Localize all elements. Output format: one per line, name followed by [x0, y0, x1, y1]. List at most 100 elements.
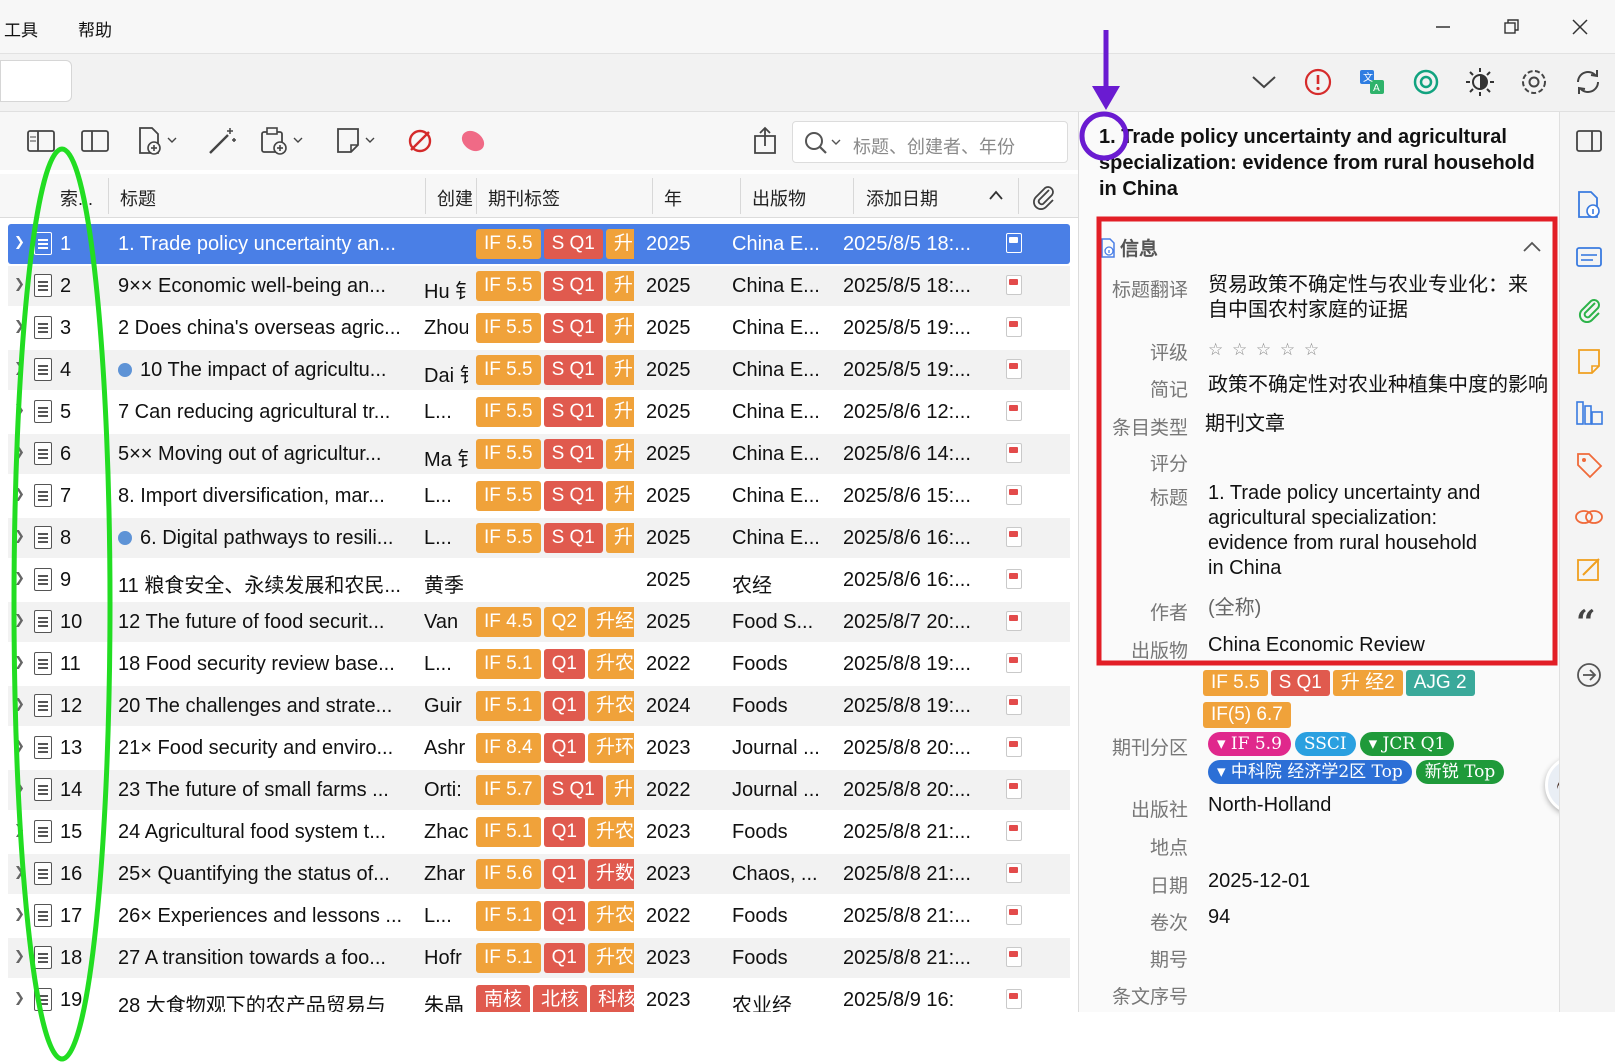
close-icon[interactable] [1563, 10, 1597, 44]
pdf-attachment-icon[interactable] [1006, 947, 1022, 967]
alert-icon[interactable] [1302, 66, 1334, 98]
table-row[interactable]: ❯ 14 23 The future of small farms ... Orti:… [8, 770, 1070, 810]
expand-chevron-icon[interactable]: ❯ [14, 990, 25, 1006]
pdf-attachment-icon[interactable] [1006, 653, 1022, 673]
expand-chevron-icon[interactable]: ❯ [14, 654, 25, 670]
pdf-attachment-icon[interactable] [1006, 401, 1022, 421]
journal-rank-tag[interactable]: SSCI [1294, 732, 1356, 756]
expand-chevron-icon[interactable]: ❯ [14, 528, 25, 544]
magic-wand-icon[interactable] [206, 126, 238, 156]
pdf-attachment-icon[interactable] [1006, 527, 1022, 547]
expand-chevron-icon[interactable]: ❯ [14, 948, 25, 964]
column-creator[interactable]: 创建 [437, 185, 475, 211]
collapse-icon[interactable] [1522, 240, 1542, 258]
menu-help[interactable]: 帮助 [78, 16, 112, 41]
expand-chevron-icon[interactable]: ❯ [14, 276, 25, 292]
chatgpt-icon[interactable] [1410, 66, 1442, 98]
info-nav-icon[interactable] [1574, 190, 1604, 220]
column-publication[interactable]: 出版物 [752, 185, 842, 211]
publisher-value[interactable]: North-Holland [1208, 793, 1331, 818]
expand-chevron-icon[interactable]: ❯ [14, 612, 25, 628]
table-row[interactable]: ❯ 12 20 The challenges and strate... Guir IF… [8, 686, 1070, 726]
pdf-attachment-icon[interactable] [1006, 611, 1022, 631]
locate-icon[interactable] [750, 126, 780, 156]
pdf-attachment-icon[interactable] [1006, 233, 1022, 253]
column-journal-tags[interactable]: 期刊标签 [488, 185, 638, 211]
petal-icon[interactable] [458, 126, 488, 156]
theme-icon[interactable] [1464, 66, 1496, 98]
menu-tools[interactable]: 工具 [4, 16, 38, 41]
abstract-nav-icon[interactable] [1574, 242, 1604, 272]
expand-chevron-icon[interactable]: ❯ [14, 864, 25, 880]
column-index[interactable]: 索... [60, 185, 104, 211]
attachment-column-icon[interactable] [1030, 182, 1056, 215]
expand-chevron-icon[interactable]: ❯ [14, 444, 25, 460]
journal-rank-tag[interactable]: IF 5.5 [1203, 670, 1268, 696]
table-row[interactable]: ❯ 11 18 Food security review base... L... IF… [8, 644, 1070, 684]
table-row[interactable]: ❯ 9 11 粮食安全、永续发展和农民... 黄季 2025 农经 2025/8/6 16:… [8, 560, 1070, 600]
journal-rank-tag[interactable]: ▾ IF 5.9 [1208, 732, 1291, 756]
table-row[interactable]: ❯ 10 12 The future of food securit... Van IF… [8, 602, 1070, 642]
toggle-pane-icon[interactable] [1574, 126, 1604, 156]
expand-chevron-icon[interactable]: ❯ [14, 402, 25, 418]
journal-rank-tag[interactable]: 升 经2 [1332, 670, 1403, 696]
pdf-attachment-icon[interactable] [1006, 695, 1022, 715]
expand-chevron-icon[interactable]: ❯ [14, 570, 25, 586]
expand-chevron-icon[interactable]: ❯ [14, 486, 25, 502]
table-row[interactable]: ❯ 18 27 A transition towards a foo... Hofr I… [8, 938, 1070, 978]
libraries-nav-icon[interactable] [1574, 398, 1604, 428]
table-row[interactable]: ❯ 8 6. Digital pathways to resili... L... IF… [8, 518, 1070, 558]
translate-icon[interactable]: 文A [1356, 66, 1388, 98]
pdf-attachment-icon[interactable] [1006, 359, 1022, 379]
expand-chevron-icon[interactable]: ❯ [14, 696, 25, 712]
expand-chevron-icon[interactable]: ❯ [14, 822, 25, 838]
attachments-nav-icon[interactable] [1574, 294, 1604, 324]
journal-rank-tag[interactable]: IF(5) 6.7 [1203, 702, 1291, 728]
expand-chevron-icon[interactable]: ❯ [14, 738, 25, 754]
table-row[interactable]: ❯ 4 10 The impact of agricultu... Dai 钅 IF 5… [8, 350, 1070, 390]
table-row[interactable]: ❯ 6 5×× Moving out of agricultur... Ma 钅 IF … [8, 434, 1070, 474]
sort-ascending-icon[interactable] [988, 188, 1004, 206]
chevron-down-icon[interactable] [1248, 66, 1280, 98]
pdf-attachment-icon[interactable] [1006, 569, 1022, 589]
notes-nav-icon[interactable] [1574, 346, 1604, 376]
author-value[interactable]: (全称) [1208, 596, 1261, 621]
title-translation-value[interactable]: 贸易政策不确定性与农业专业化：来自中国农村家庭的证据 [1208, 273, 1543, 323]
expand-chevron-icon[interactable]: ❯ [14, 780, 25, 796]
new-item-icon[interactable] [136, 126, 180, 156]
table-row[interactable]: ❯ 13 21× Food security and enviro... Ashr IF… [8, 728, 1070, 768]
pdf-attachment-icon[interactable] [1006, 317, 1022, 337]
column-date-added[interactable]: 添加日期 [866, 185, 966, 211]
sync-icon[interactable] [1572, 66, 1604, 98]
table-row[interactable]: ❯ 15 24 Agricultural food system t... Zhac I… [8, 812, 1070, 852]
column-title[interactable]: 标题 [120, 185, 410, 211]
new-note-icon[interactable] [334, 126, 378, 156]
pdf-attachment-icon[interactable] [1006, 989, 1022, 1009]
related-nav-icon[interactable] [1574, 502, 1604, 532]
item-type-value[interactable]: 期刊文章 [1205, 412, 1285, 437]
title-value[interactable]: 1. Trade policy uncertainty and agricult… [1208, 481, 1498, 581]
pdf-attachment-icon[interactable] [1006, 779, 1022, 799]
journal-rank-tag[interactable]: S Q1 [1270, 670, 1330, 696]
pdf-attachment-icon[interactable] [1006, 485, 1022, 505]
pdf-attachment-icon[interactable] [1006, 863, 1022, 883]
tags-nav-icon[interactable] [1574, 450, 1604, 480]
pdf-attachment-icon[interactable] [1006, 821, 1022, 841]
expand-chevron-icon[interactable]: ❯ [14, 318, 25, 334]
volume-value[interactable]: 94 [1208, 905, 1230, 930]
table-row[interactable]: ❯ 7 8. Import diversification, mar... L... I… [8, 476, 1070, 516]
info-section-header[interactable]: 信息 [1100, 234, 1158, 264]
date-value[interactable]: 2025-12-01 [1208, 869, 1310, 894]
table-row[interactable]: ❯ 16 25× Quantifying the status of... Zhar I… [8, 854, 1070, 894]
annotation-nav-icon[interactable] [1574, 554, 1604, 584]
journal-rank-tag[interactable]: ▾ JCR Q1 [1359, 732, 1455, 756]
quote-nav-icon[interactable]: “ [1574, 606, 1604, 636]
expand-chevron-icon[interactable]: ❯ [14, 906, 25, 922]
collections-pane-icon[interactable] [26, 126, 56, 156]
gear-icon[interactable] [1518, 66, 1550, 98]
library-tab[interactable] [0, 60, 72, 102]
column-year[interactable]: 年 [664, 185, 724, 211]
pdf-attachment-icon[interactable] [1006, 275, 1022, 295]
locate-nav-icon[interactable] [1574, 660, 1604, 690]
expand-chevron-icon[interactable]: ❯ [14, 234, 25, 250]
